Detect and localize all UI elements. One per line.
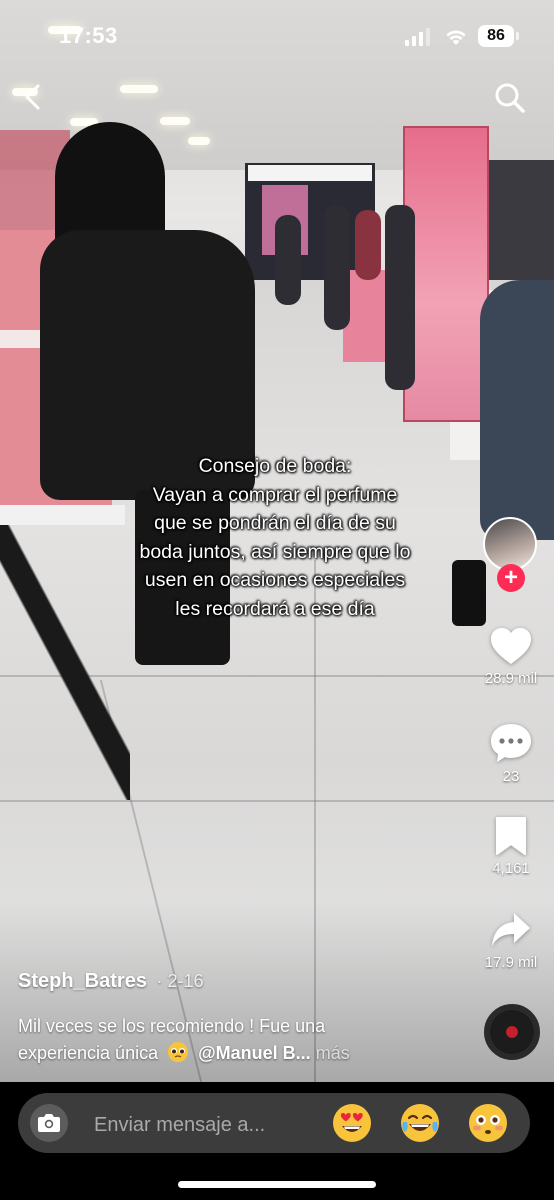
caption-line: boda juntos, así siempre que lo [139,540,411,563]
floor-tile-line [0,800,554,802]
caption-line: Vayan a comprar el perfume [152,483,398,506]
caption-line: Consejo de boda: [198,455,352,477]
promo-banner [403,126,489,422]
flushed-emoji-icon [469,1104,507,1142]
pleading-face-icon [163,1042,198,1063]
follow-button[interactable]: + [497,564,525,592]
share-arrow-icon [492,913,530,946]
tears-of-joy-reaction-button[interactable] [399,1102,441,1144]
battery-tip [516,32,519,40]
camera-icon [38,1114,60,1132]
save-count: 4,161 [492,860,530,877]
flushed-reaction-button[interactable] [467,1102,509,1144]
music-disc[interactable] [484,1004,540,1060]
tears-of-joy-emoji-icon [401,1104,439,1142]
comment-count: 23 [502,768,520,785]
search-button[interactable] [492,80,528,116]
wifi-icon [446,30,466,45]
comment-button[interactable]: 23 [481,722,541,785]
store-sign [248,165,372,181]
creator-avatar[interactable] [483,517,537,571]
mention-link[interactable]: @Manuel B... [198,1043,311,1063]
video-caption: Consejo de boda: Vayan a comprar el perf… [95,452,455,623]
description-line: experiencia única @Manuel B... más [18,1040,468,1067]
ceiling-light [120,85,158,93]
author-username[interactable]: Steph_Batres [18,970,147,992]
more-link[interactable]: más [316,1043,350,1063]
description-line: Mil veces se los recomiendo ! Fue una [18,1016,326,1036]
shopper [355,210,381,280]
home-indicator [178,1181,376,1188]
heart-eyes-reaction-button[interactable] [331,1102,373,1144]
shopper [324,205,350,330]
tiktok-video-screen: 17:53 86 Consejo de boda: Vayan a compra… [0,0,554,1200]
post-date: · 2-16 [156,971,204,991]
caption-line: que se pondrán el día de su [154,512,396,534]
heart-eyes-emoji-icon [333,1104,371,1142]
heart-icon [491,628,531,664]
caption-line: usen en ocasiones especiales [144,569,406,591]
ceiling-light [188,137,210,145]
camera-button[interactable] [30,1104,68,1142]
share-count: 17.9 mil [484,954,538,971]
save-button[interactable]: 4,161 [481,816,541,877]
like-button[interactable]: 28.9 mil [481,626,541,687]
message-input[interactable] [92,1107,326,1143]
post-description[interactable]: Mil veces se los recomiendo ! Fue una ex… [18,1013,468,1067]
comment-bubble-icon [491,724,531,762]
passerby [480,280,554,540]
cellular-signal-icon [405,28,431,46]
back-button[interactable] [18,82,48,112]
shopper [275,215,301,305]
share-button[interactable]: 17.9 mil [481,910,541,971]
ceiling-light [160,117,190,125]
author-row: Steph_Batres · 2-16 [18,970,204,993]
shopper [385,205,415,390]
status-time: 17:53 [59,23,118,48]
caption-line: les recordará a ese día [175,597,375,620]
like-count: 28.9 mil [484,670,538,687]
passerby-foot [452,560,486,626]
battery-level: 86 [478,25,514,47]
bookmark-icon [496,817,526,855]
description-text: experiencia única [18,1043,159,1063]
